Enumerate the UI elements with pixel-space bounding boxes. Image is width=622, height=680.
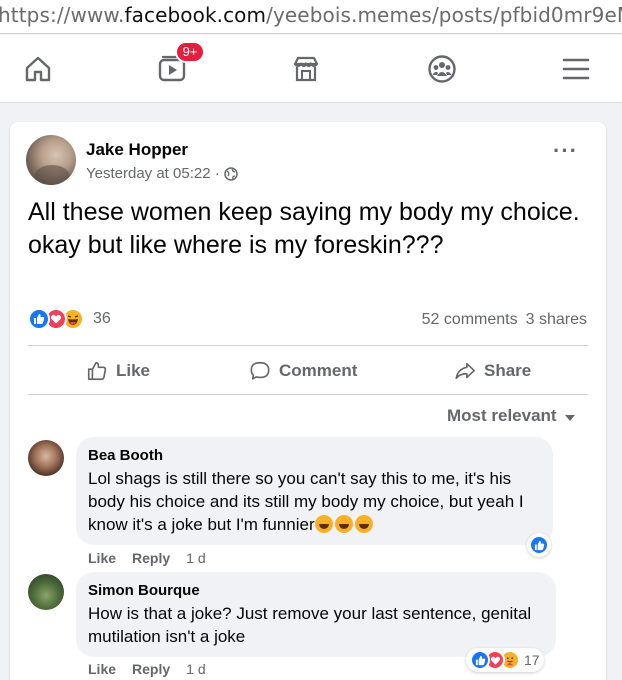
laughing-emoji-group xyxy=(314,515,373,533)
post-text: All these women keep saying my body my c… xyxy=(28,198,580,259)
hamburger-icon xyxy=(562,58,590,80)
comment-actions: Like Reply 1 d xyxy=(88,661,206,677)
groups-icon xyxy=(428,55,456,83)
laughing-emoji-icon xyxy=(314,515,333,533)
home-icon xyxy=(25,56,51,82)
globe-icon xyxy=(223,166,238,181)
reaction-count: 36 xyxy=(93,310,111,327)
share-button[interactable]: Share xyxy=(454,358,531,384)
caret-down-icon xyxy=(564,414,575,421)
share-icon xyxy=(455,362,475,380)
comment-label: Comment xyxy=(279,361,358,380)
share-label: Share xyxy=(484,361,532,380)
notification-badge: 9+ xyxy=(175,41,205,63)
laughing-emoji-icon xyxy=(334,515,353,533)
url-text: https://www.facebook.com/yeebois.memes/p… xyxy=(0,3,622,27)
commenter-avatar[interactable] xyxy=(28,440,64,476)
comment-reaction-count: 17 xyxy=(524,652,540,668)
comment-author[interactable]: Bea Booth xyxy=(88,447,541,464)
comment-count[interactable]: 52 comments xyxy=(422,311,518,329)
nav-home[interactable] xyxy=(18,49,58,89)
like-label: Like xyxy=(116,361,151,380)
author-avatar[interactable] xyxy=(26,135,76,185)
comment-text: How is that a joke? Just remove your las… xyxy=(88,604,532,646)
like-reaction-icon xyxy=(470,650,490,670)
nav-groups[interactable] xyxy=(422,49,462,89)
share-count[interactable]: 3 shares xyxy=(526,311,587,329)
sort-dropdown[interactable]: Most relevant xyxy=(447,406,575,426)
comment-actions: Like Reply 1 d xyxy=(88,550,206,566)
top-navbar: 9+ xyxy=(0,35,622,103)
nav-watch[interactable]: 9+ xyxy=(152,41,205,89)
comment-text: Lol shags is still there so you can't sa… xyxy=(88,469,524,534)
comment-like-link[interactable]: Like xyxy=(88,550,116,566)
commenter-avatar[interactable] xyxy=(28,574,64,610)
comment-age[interactable]: 1 d xyxy=(186,550,205,566)
browser-url-bar[interactable]: https://www.facebook.com/yeebois.memes/p… xyxy=(0,0,622,34)
nav-marketplace[interactable] xyxy=(286,49,326,89)
comment-like-link[interactable]: Like xyxy=(88,661,116,677)
comment-reactions[interactable]: 17 xyxy=(466,648,544,672)
comment-bubble: Bea Booth Lol shags is still there so yo… xyxy=(76,437,553,545)
nav-menu[interactable] xyxy=(556,49,596,89)
like-reaction-icon xyxy=(28,308,50,330)
divider xyxy=(28,345,588,346)
post-stats: 52 comments 3 shares xyxy=(422,311,587,329)
laughing-emoji-icon xyxy=(354,515,373,533)
comment-reply-link[interactable]: Reply xyxy=(132,661,170,677)
store-icon xyxy=(293,56,319,82)
post-reactions[interactable]: 36 xyxy=(28,308,111,330)
more-options-icon[interactable]: ··· xyxy=(553,140,578,162)
comment-author[interactable]: Simon Bourque xyxy=(88,582,544,599)
divider xyxy=(28,394,588,395)
like-reaction-icon xyxy=(529,535,549,555)
comment-reactions[interactable] xyxy=(527,533,551,557)
post-card: Jake Hopper Yesterday at 05:22 · ··· All… xyxy=(10,122,606,680)
post-meta: Yesterday at 05:22 · xyxy=(86,165,238,182)
post-timestamp[interactable]: Yesterday at 05:22 · xyxy=(86,165,220,182)
sort-label: Most relevant xyxy=(447,406,557,425)
post-author[interactable]: Jake Hopper xyxy=(86,140,188,160)
comment-icon xyxy=(250,361,270,380)
comment-button[interactable]: Comment xyxy=(249,358,357,384)
like-button[interactable]: Like xyxy=(86,358,150,384)
comment-reply-link[interactable]: Reply xyxy=(132,550,170,566)
comment-age[interactable]: 1 d xyxy=(186,661,205,677)
comment-bubble: Simon Bourque How is that a joke? Just r… xyxy=(76,572,556,657)
thumbs-up-icon xyxy=(87,361,107,381)
